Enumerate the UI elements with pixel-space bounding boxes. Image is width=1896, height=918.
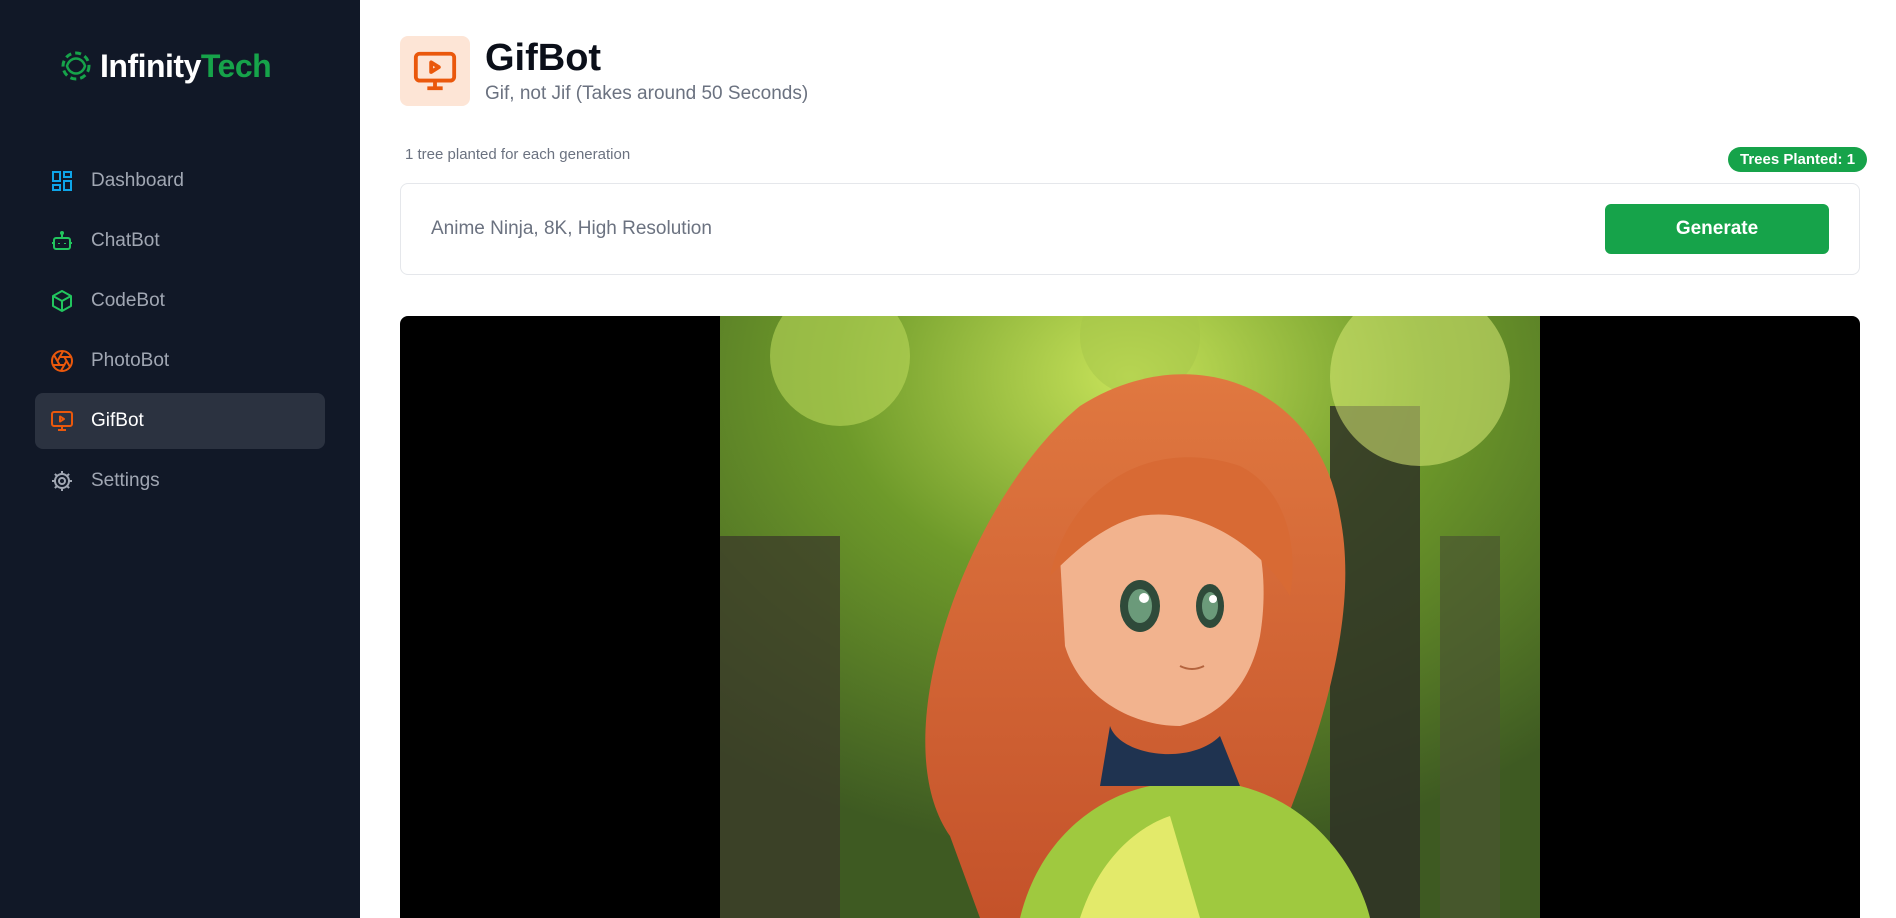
sidebar-item-photobot[interactable]: PhotoBot [35, 333, 325, 389]
bot-icon [49, 228, 75, 254]
sidebar: InfinityTech Dashboard ChatBot CodeBot P… [0, 0, 360, 918]
dashboard-icon [49, 168, 75, 194]
gear-icon [49, 468, 75, 494]
sidebar-nav: Dashboard ChatBot CodeBot PhotoBot GifBo… [35, 153, 325, 513]
sidebar-item-label: CodeBot [91, 290, 165, 311]
prompt-input[interactable] [431, 210, 1531, 248]
sidebar-item-settings[interactable]: Settings [35, 453, 325, 509]
monitor-play-icon [49, 408, 75, 434]
prompt-form: Generate [400, 183, 1860, 275]
sidebar-item-codebot[interactable]: CodeBot [35, 273, 325, 329]
monitor-play-icon [413, 51, 457, 91]
brand-name: InfinityTech [100, 48, 272, 84]
main-content: GifBot Gif, not Jif (Takes around 50 Sec… [360, 0, 1896, 918]
tree-note: 1 tree planted for each generation [405, 146, 631, 163]
cube-icon [49, 288, 75, 314]
sidebar-item-label: Settings [91, 470, 160, 491]
trees-planted-badge: Trees Planted: 1 [1728, 147, 1868, 172]
aperture-icon [49, 348, 75, 374]
page-subtitle: Gif, not Jif (Takes around 50 Seconds) [485, 83, 809, 104]
gif-preview [400, 316, 1860, 918]
anime-girl-forest-illustration [720, 316, 1540, 918]
page-title: GifBot [485, 37, 602, 79]
sidebar-item-gifbot[interactable]: GifBot [35, 393, 325, 449]
sidebar-item-label: ChatBot [91, 230, 160, 251]
infinity-logo-icon [61, 51, 91, 81]
logo[interactable]: InfinityTech [58, 48, 272, 84]
sidebar-item-dashboard[interactable]: Dashboard [35, 153, 325, 209]
header-icon-tile [400, 36, 470, 106]
sidebar-item-chatbot[interactable]: ChatBot [35, 213, 325, 269]
sidebar-item-label: GifBot [91, 410, 144, 431]
generate-button[interactable]: Generate [1605, 204, 1829, 254]
generated-gif-image [720, 316, 1540, 918]
sidebar-item-label: Dashboard [91, 170, 184, 191]
sidebar-item-label: PhotoBot [91, 350, 170, 371]
